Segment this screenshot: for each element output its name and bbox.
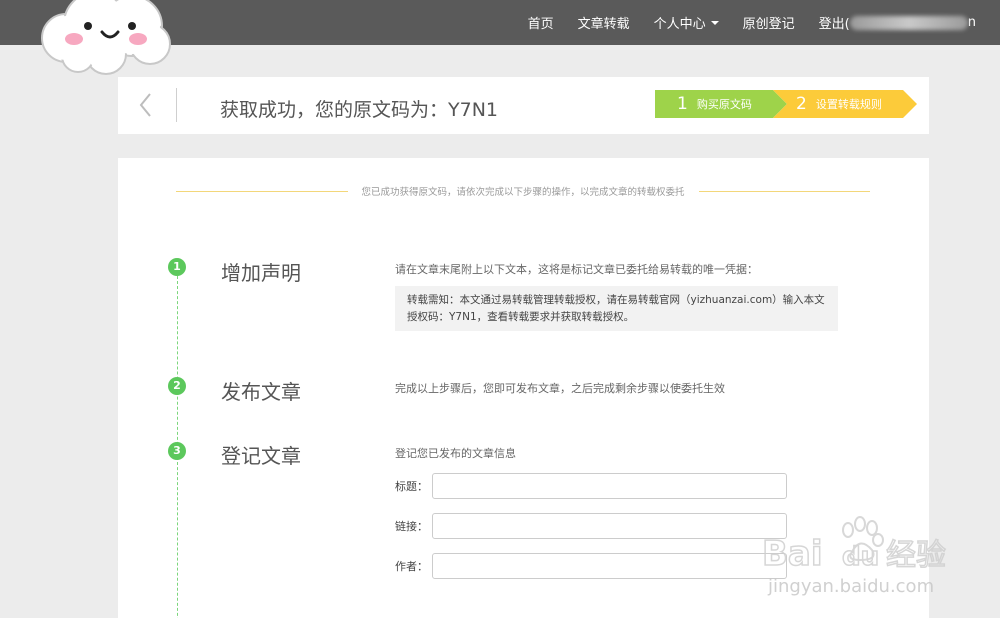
form-row-title: 标题： bbox=[395, 473, 787, 499]
logout-label: 登出( bbox=[818, 17, 850, 32]
back-arrow-icon[interactable] bbox=[136, 91, 156, 119]
step-1-label: 购买原文码 bbox=[696, 98, 752, 111]
step-2-item: 2 设置转载规则 bbox=[796, 90, 882, 118]
intro-banner: 您已成功获得原文码，请依次完成以下步骤的操作，以完成文章的转载权委托 bbox=[176, 184, 871, 198]
watermark-brand-2: du bbox=[842, 542, 879, 572]
nav-logout[interactable]: 登出( n bbox=[819, 13, 976, 32]
link-label: 链接： bbox=[395, 520, 428, 533]
form-row-link: 链接： bbox=[395, 513, 787, 539]
nav-home[interactable]: 首页 bbox=[528, 13, 554, 32]
declaration-notice-box: 转载需知：本文通过易转载管理转载授权，请在易转载官网（yizhuanzai.co… bbox=[395, 286, 838, 331]
form-row-author: 作者： bbox=[395, 553, 787, 579]
watermark-product: 经验 bbox=[886, 538, 946, 573]
chevron-down-icon bbox=[710, 20, 719, 25]
step-2-title: 发布文章 bbox=[221, 380, 301, 404]
logout-tail: n bbox=[967, 15, 976, 30]
intro-text: 您已成功获得原文码，请依次完成以下步骤的操作，以完成文章的转载权委托 bbox=[361, 187, 685, 198]
nav-user-center[interactable]: 个人中心 bbox=[654, 13, 719, 32]
step-1-dot: 1 bbox=[168, 258, 186, 276]
step-3-title: 登记文章 bbox=[221, 444, 301, 468]
nav-original-register[interactable]: 原创登记 bbox=[743, 13, 795, 32]
step-3-dot: 3 bbox=[168, 442, 186, 460]
step-2-dot: 2 bbox=[168, 377, 186, 395]
notice-line-2: 授权码：Y7N1，查看转载要求并获取转载授权。 bbox=[407, 311, 635, 323]
watermark-brand: Bai bbox=[762, 534, 823, 574]
intro-line-left bbox=[176, 190, 348, 192]
author-label: 作者： bbox=[395, 560, 428, 573]
nav-article-repost[interactable]: 文章转载 bbox=[578, 13, 630, 32]
title-label: 标题： bbox=[395, 480, 428, 493]
nav-user-center-label: 个人中心 bbox=[653, 17, 706, 32]
blurred-username bbox=[849, 15, 968, 30]
progress-steps: 1 购买原文码 2 设置转载规则 bbox=[655, 90, 917, 118]
result-header-card: 获取成功，您的原文码为：Y7N1 1 购买原文码 2 设置转载规则 bbox=[118, 77, 929, 134]
step-3-description: 登记您已发布的文章信息 bbox=[395, 447, 516, 460]
step-1-number: 1 bbox=[677, 94, 688, 114]
step-2-label: 设置转载规则 bbox=[815, 98, 882, 111]
intro-line-right bbox=[698, 190, 871, 192]
baidu-jingyan-watermark: Bai 经验 du jingyan.baidu.com bbox=[761, 516, 947, 597]
header-divider bbox=[176, 88, 177, 122]
author-input[interactable] bbox=[432, 553, 787, 579]
step-2-number: 2 bbox=[796, 94, 807, 114]
step-1-title: 增加声明 bbox=[221, 261, 301, 285]
title-input[interactable] bbox=[432, 473, 787, 499]
cloud-mascot-logo bbox=[41, 0, 171, 75]
step-2-description: 完成以上步骤后，您即可发布文章，之后完成剩余步骤以使委托生效 bbox=[395, 382, 725, 395]
step-1-description: 请在文章末尾附上以下文本，这将是标记文章已委托给易转载的唯一凭据： bbox=[395, 263, 758, 276]
step-1-item: 1 购买原文码 bbox=[677, 90, 752, 118]
main-nav: 首页 文章转载 个人中心 原创登记 登出( n bbox=[504, 0, 976, 45]
link-input[interactable] bbox=[432, 513, 787, 539]
watermark-url: jingyan.baidu.com bbox=[767, 576, 934, 597]
notice-line-1: 转载需知：本文通过易转载管理转载授权，请在易转载官网（yizhuanzai.co… bbox=[407, 294, 825, 306]
page-title: 获取成功，您的原文码为：Y7N1 bbox=[220, 99, 498, 121]
